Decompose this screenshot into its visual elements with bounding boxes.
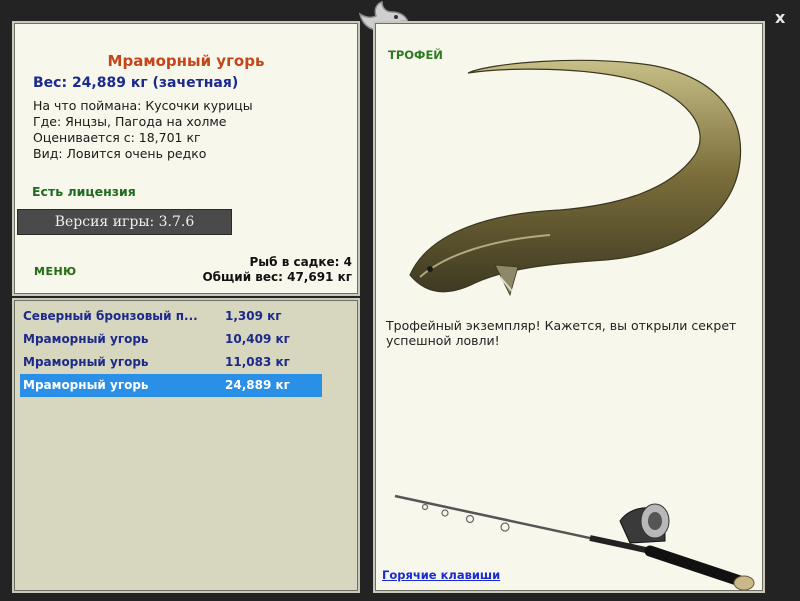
catch-weight: 11,083 кг [225,355,290,369]
fish-kind: Вид: Ловится очень редко [33,146,207,161]
catch-row[interactable]: Мраморный угорь 10,409 кг [20,328,322,351]
keepnet-stats: Рыб в садке: 4 Общий вес: 47,691 кг [202,255,352,285]
fish-valued-from: Оценивается с: 18,701 кг [33,130,201,145]
fish-weight: Вес: 24,889 кг (зачетная) [33,75,239,91]
eel-image [400,55,755,320]
fish-info-panel: Мраморный угорь Вес: 24,889 кг (зачетная… [12,21,360,296]
trophy-message: Трофейный экземпляр! Кажется, вы открыли… [386,318,737,348]
catch-weight: 1,309 кг [225,309,282,323]
catch-row-selected[interactable]: Мраморный угорь 24,889 кг [20,374,322,397]
close-button[interactable]: x [775,8,785,27]
catch-weight: 10,409 кг [225,332,290,346]
catch-list: Северный бронзовый п... 1,309 кг Мраморн… [20,305,322,397]
keepnet-count: Рыб в садке: 4 [249,255,353,269]
fish-location: Где: Янцзы, Пагода на холме [33,114,227,129]
fish-name: Мраморный угорь [107,52,265,70]
game-version: Версия игры: 3.7.6 [17,209,232,235]
catch-name: Мраморный угорь [23,332,149,346]
catch-name: Северный бронзовый п... [23,309,198,323]
license-status: Есть лицензия [32,184,136,199]
keepnet-total: Общий вес: 47,691 кг [202,270,352,284]
hotkeys-link[interactable]: Горячие клавиши [382,568,500,582]
catch-weight: 24,889 кг [225,378,290,392]
menu-button[interactable]: МЕНЮ [34,265,77,278]
catch-row[interactable]: Мраморный угорь 11,083 кг [20,351,322,374]
catch-name: Мраморный угорь [23,378,149,392]
catch-list-panel: Северный бронзовый п... 1,309 кг Мраморн… [12,298,360,593]
trophy-panel: ТРОФЕЙ Трофейный экземпляр! Кажется, вы … [373,21,765,593]
catch-name: Мраморный угорь [23,355,149,369]
fish-bait: На что поймана: Кусочки курицы [33,98,253,113]
catch-row[interactable]: Северный бронзовый п... 1,309 кг [20,305,322,328]
